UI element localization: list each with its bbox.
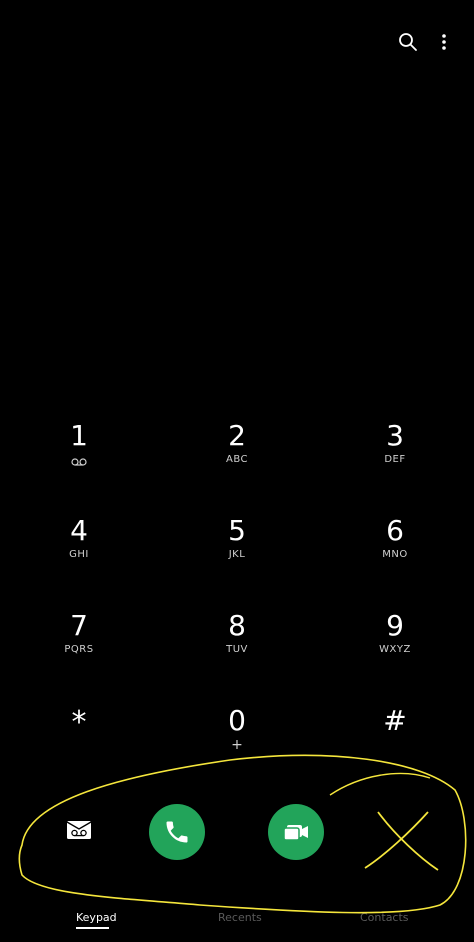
key-letters: TUV: [226, 644, 248, 655]
key-digit: 9: [386, 609, 404, 642]
key-letters: MNO: [382, 549, 408, 560]
key-4[interactable]: 4 GHI: [0, 513, 158, 608]
key-star[interactable]: *: [0, 703, 158, 798]
bottom-tab-bar: Keypad Recents Contacts: [0, 907, 474, 937]
key-6[interactable]: 6 MNO: [316, 513, 474, 608]
key-digit: 5: [228, 514, 246, 547]
key-digit: 7: [70, 609, 88, 642]
key-7[interactable]: 7 PQRS: [0, 608, 158, 703]
key-0[interactable]: 0 +: [158, 703, 316, 798]
tab-keypad[interactable]: Keypad: [76, 911, 117, 924]
key-digit: 6: [386, 514, 404, 547]
key-1[interactable]: 1: [0, 418, 158, 513]
more-options-icon[interactable]: [432, 30, 456, 54]
dialer-screen: 1 2 ABC 3 DEF 4 GHI 5 JKL 6 MNO 7 PQRS 8…: [0, 0, 474, 942]
key-digit: *: [71, 705, 87, 740]
search-icon[interactable]: [396, 30, 420, 54]
video-call-icon: [283, 825, 308, 841]
key-9[interactable]: 9 WXYZ: [316, 608, 474, 703]
key-letters: GHI: [69, 549, 89, 560]
top-action-bar: [396, 30, 456, 54]
key-letters: DEF: [384, 454, 406, 465]
dial-keypad: 1 2 ABC 3 DEF 4 GHI 5 JKL 6 MNO 7 PQRS 8…: [0, 418, 474, 798]
key-letters: JKL: [228, 549, 246, 560]
key-digit: 3: [386, 419, 404, 452]
call-action-row: [0, 802, 474, 862]
key-digit: 8: [228, 609, 246, 642]
key-5[interactable]: 5 JKL: [158, 513, 316, 608]
key-digit: 4: [70, 514, 88, 547]
key-letters: ABC: [225, 454, 248, 465]
key-letters: PQRS: [64, 644, 94, 655]
key-digit: 1: [70, 419, 88, 452]
voicemail-icon[interactable]: [66, 820, 92, 840]
key-8[interactable]: 8 TUV: [158, 608, 316, 703]
voicemail-small-icon: [71, 458, 87, 466]
key-hash[interactable]: #: [316, 703, 474, 798]
key-digit: 0: [228, 704, 246, 737]
tab-contacts[interactable]: Contacts: [360, 911, 409, 924]
key-digit: 2: [228, 419, 246, 452]
key-3[interactable]: 3 DEF: [316, 418, 474, 513]
call-button[interactable]: [149, 804, 205, 860]
tab-recents[interactable]: Recents: [218, 911, 262, 924]
key-letters: WXYZ: [379, 644, 411, 655]
key-digit: #: [383, 704, 407, 737]
active-tab-indicator: [76, 927, 109, 929]
key-2[interactable]: 2 ABC: [158, 418, 316, 513]
video-call-button[interactable]: [268, 804, 324, 860]
phone-icon: [166, 821, 188, 843]
key-letters: +: [231, 737, 243, 753]
